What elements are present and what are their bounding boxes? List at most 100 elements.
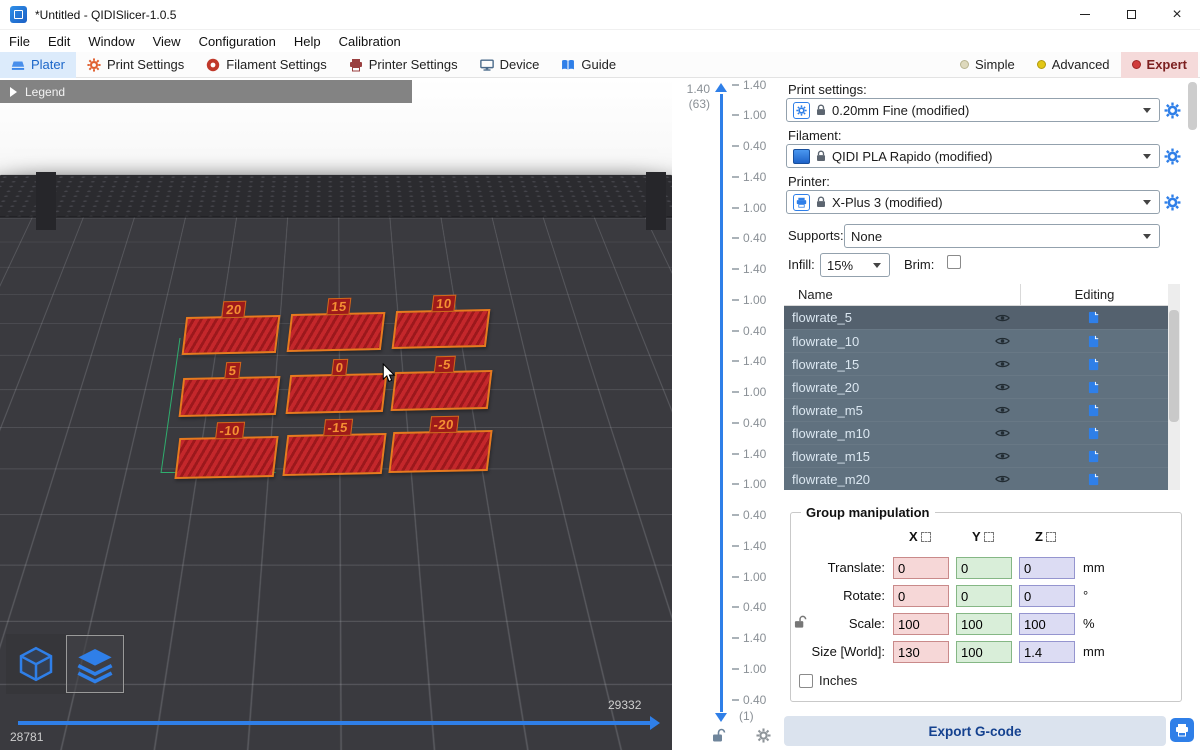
eye-icon[interactable] <box>984 382 1020 392</box>
tab-filament-settings[interactable]: Filament Settings <box>195 52 337 78</box>
send-to-printer-button[interactable] <box>1170 718 1194 742</box>
inches-checkbox[interactable] <box>799 674 813 688</box>
tab-device[interactable]: Device <box>469 52 551 78</box>
list-item-flowrate_5[interactable]: flowrate_5 <box>784 306 1180 329</box>
minimize-button[interactable] <box>1062 0 1108 30</box>
mode-simple[interactable]: Simple <box>949 52 1026 78</box>
viewport-3d[interactable]: 20 15 10 5 0 -5 -10 -15 -20 Legend <box>0 78 672 750</box>
mode-advanced-label: Advanced <box>1052 57 1110 72</box>
size-z-field[interactable] <box>1019 641 1075 663</box>
menu-view[interactable]: View <box>144 30 190 52</box>
eye-icon[interactable] <box>984 451 1020 461</box>
close-button[interactable] <box>1154 0 1200 30</box>
scrollbar-thumb[interactable] <box>1169 310 1179 422</box>
size-y-field[interactable] <box>956 641 1012 663</box>
scale-y-field[interactable] <box>956 613 1012 635</box>
printer-combo[interactable]: X-Plus 3 (modified) <box>786 190 1160 214</box>
view-layers-button[interactable] <box>67 636 123 692</box>
horizontal-move-slider[interactable] <box>18 721 650 725</box>
translate-x-field[interactable] <box>893 557 949 579</box>
layer-slider[interactable] <box>720 94 723 712</box>
chevron-down-icon <box>1143 108 1151 113</box>
size-label: Size [World]: <box>791 644 885 659</box>
uniform-scale-lock-icon[interactable] <box>794 615 807 629</box>
model-flowrate-m5[interactable]: -5 <box>391 370 493 411</box>
sidebar-scrollbar-thumb[interactable] <box>1188 82 1197 130</box>
tab-guide[interactable]: Guide <box>550 52 627 78</box>
tab-printer-settings[interactable]: Printer Settings <box>338 52 469 78</box>
model-flowrate-5[interactable]: 5 <box>179 376 281 417</box>
eye-icon[interactable] <box>984 428 1020 438</box>
model-flowrate-m20[interactable]: -20 <box>388 430 492 473</box>
eye-icon[interactable] <box>984 313 1020 323</box>
axis-y-header[interactable]: Y <box>972 529 994 544</box>
model-flowrate-m10[interactable]: -10 <box>174 436 278 479</box>
menu-window[interactable]: Window <box>79 30 143 52</box>
tab-print-settings[interactable]: Print Settings <box>76 52 195 78</box>
tick-label: 0.40 <box>732 232 766 245</box>
model-flowrate-15[interactable]: 15 <box>287 312 386 352</box>
list-item-flowrate_m15[interactable]: flowrate_m15 <box>784 444 1180 467</box>
edit-icon[interactable] <box>1020 311 1168 324</box>
menu-configuration[interactable]: Configuration <box>190 30 285 52</box>
edit-icon[interactable] <box>1020 381 1168 394</box>
menu-help[interactable]: Help <box>285 30 330 52</box>
maximize-button[interactable] <box>1108 0 1154 30</box>
scale-x-field[interactable] <box>893 613 949 635</box>
view-3d-button[interactable] <box>8 636 64 692</box>
slider-gear-icon[interactable] <box>756 728 771 743</box>
object-list-scrollbar[interactable] <box>1168 284 1180 490</box>
model-flowrate-10[interactable]: 10 <box>392 309 491 349</box>
export-gcode-button[interactable]: Export G-code <box>784 716 1166 746</box>
tab-device-label: Device <box>500 57 540 72</box>
filament-combo[interactable]: QIDI PLA Rapido (modified) <box>786 144 1160 168</box>
edit-icon[interactable] <box>1020 427 1168 440</box>
list-item-flowrate_m5[interactable]: flowrate_m5 <box>784 398 1180 421</box>
layer-slider-column: 1.40 (63) 1.40 1.00 0.40 1.40 1.00 0.40 … <box>672 78 782 750</box>
eye-icon[interactable] <box>984 336 1020 346</box>
size-x-field[interactable] <box>893 641 949 663</box>
tab-plater[interactable]: Plater <box>0 52 76 78</box>
legend-bar[interactable]: Legend <box>0 80 412 103</box>
supports-combo[interactable]: None <box>844 224 1160 248</box>
object-name: flowrate_5 <box>784 310 984 325</box>
filament-gear-button[interactable] <box>1164 148 1181 165</box>
brim-checkbox[interactable] <box>947 255 961 269</box>
rotate-y-field[interactable] <box>956 585 1012 607</box>
translate-z-field[interactable] <box>1019 557 1075 579</box>
menu-calibration[interactable]: Calibration <box>330 30 410 52</box>
edit-icon[interactable] <box>1020 473 1168 486</box>
list-item-flowrate_15[interactable]: flowrate_15 <box>784 352 1180 375</box>
edit-icon[interactable] <box>1020 450 1168 463</box>
edit-icon[interactable] <box>1020 335 1168 348</box>
list-item-flowrate_20[interactable]: flowrate_20 <box>784 375 1180 398</box>
slider-lock-icon[interactable] <box>712 728 726 743</box>
axis-z-header[interactable]: Z <box>1035 529 1056 544</box>
edit-icon[interactable] <box>1020 404 1168 417</box>
list-item-flowrate_10[interactable]: flowrate_10 <box>784 329 1180 352</box>
menu-edit[interactable]: Edit <box>39 30 79 52</box>
axis-x-header[interactable]: X <box>909 529 931 544</box>
mode-advanced[interactable]: Advanced <box>1026 52 1121 78</box>
print-settings-gear-button[interactable] <box>1164 102 1181 119</box>
rotate-z-field[interactable] <box>1019 585 1075 607</box>
model-flowrate-m15[interactable]: -15 <box>282 433 386 476</box>
list-item-flowrate_m20[interactable]: flowrate_m20 <box>784 467 1180 490</box>
rotate-x-field[interactable] <box>893 585 949 607</box>
eye-icon[interactable] <box>984 359 1020 369</box>
infill-combo[interactable]: 15% <box>820 253 890 277</box>
model-flowrate-20[interactable]: 20 <box>182 315 281 355</box>
list-item-flowrate_m10[interactable]: flowrate_m10 <box>784 421 1180 444</box>
menu-file[interactable]: File <box>0 30 39 52</box>
mode-expert[interactable]: Expert <box>1121 52 1198 78</box>
printer-profile-icon <box>793 194 810 211</box>
print-settings-combo[interactable]: 0.20mm Fine (modified) <box>786 98 1160 122</box>
model-flowrate-0[interactable]: 0 <box>286 373 388 414</box>
eye-icon[interactable] <box>984 474 1020 484</box>
printer-gear-button[interactable] <box>1164 194 1181 211</box>
expert-mode-dot-icon <box>1132 60 1141 69</box>
edit-icon[interactable] <box>1020 358 1168 371</box>
scale-z-field[interactable] <box>1019 613 1075 635</box>
eye-icon[interactable] <box>984 405 1020 415</box>
translate-y-field[interactable] <box>956 557 1012 579</box>
